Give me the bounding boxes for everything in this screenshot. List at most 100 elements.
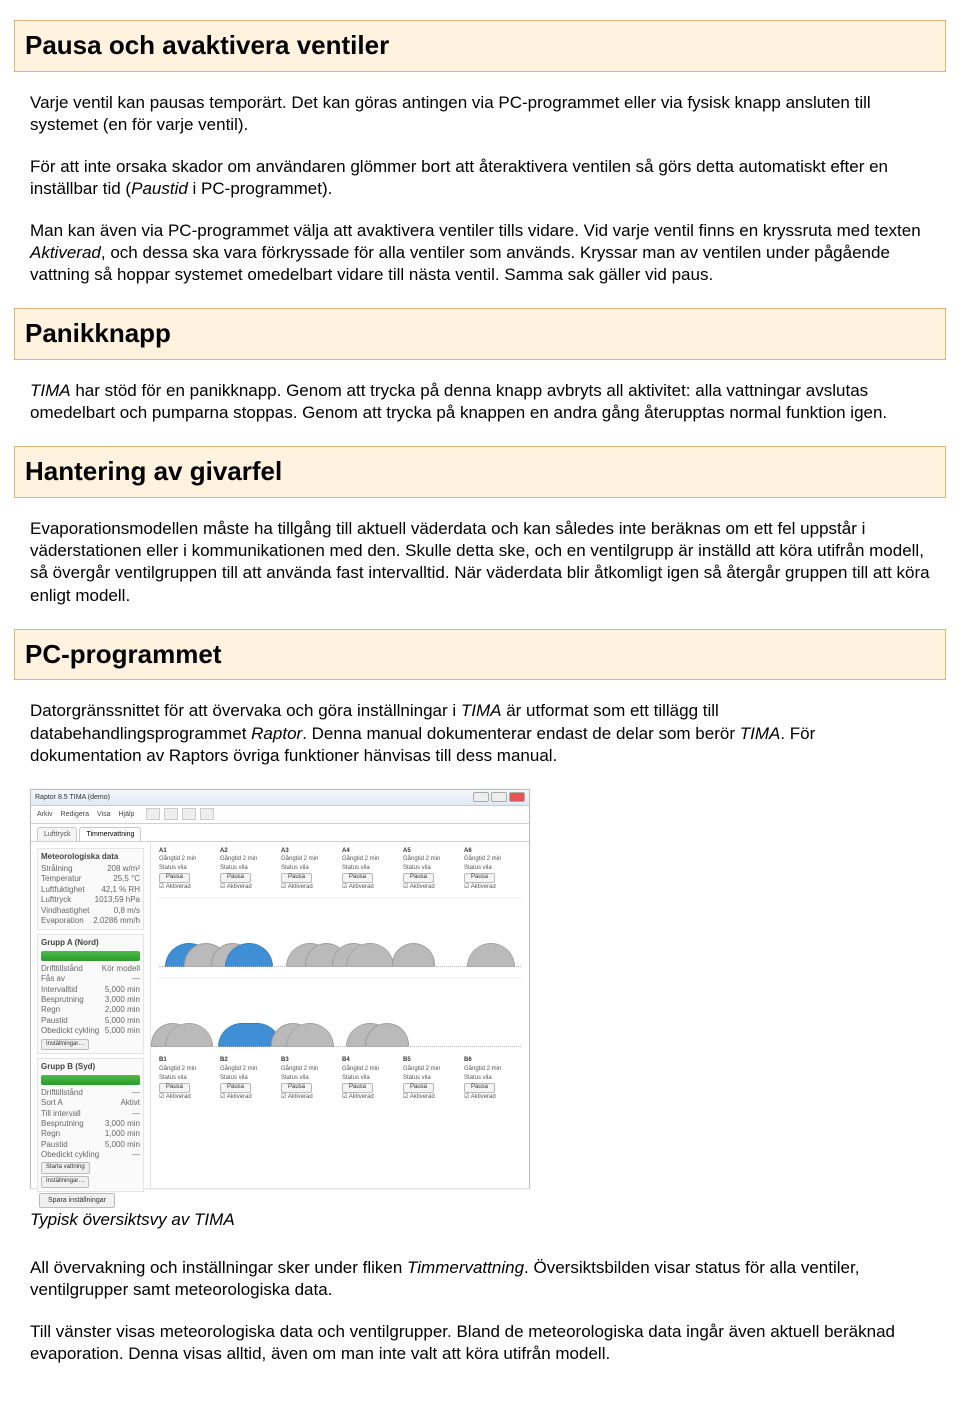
maximize-icon[interactable] xyxy=(491,792,507,802)
section-heading-givarfel: Hantering av givarfel xyxy=(14,446,946,498)
data-row: Strålning208 w/m² xyxy=(41,864,140,874)
term-tima: TIMA xyxy=(461,701,502,720)
pause-button[interactable]: Pausa xyxy=(220,873,251,883)
data-row: Luftfuktighet42,1 % RH xyxy=(41,885,140,895)
data-row: Besprutning3,000 min xyxy=(41,1119,140,1129)
data-row: Obedickt cykling5,000 min xyxy=(41,1026,140,1036)
valve-row-top: A1Gångtid 2 minStatus vilaPausa☑ Aktiver… xyxy=(159,848,521,892)
figure-caption: Typisk översiktsvy av TIMA xyxy=(30,1209,930,1231)
section-heading-pcprogram: PC-programmet xyxy=(14,629,946,681)
start-button[interactable]: Starta vattning xyxy=(41,1162,90,1174)
pause-button[interactable]: Pausa xyxy=(342,1083,373,1093)
data-row: Fås av— xyxy=(41,974,140,984)
minimize-icon[interactable] xyxy=(473,792,489,802)
data-row: Paustid5,000 min xyxy=(41,1016,140,1026)
toolbar-icon[interactable] xyxy=(146,808,160,820)
section-body: Evaporationsmodellen måste ha tillgång t… xyxy=(30,518,930,606)
paragraph: För att inte orsaka skador om användaren… xyxy=(30,156,930,200)
paragraph: Man kan även via PC-programmet välja att… xyxy=(30,220,930,286)
section-heading-panik: Panikknapp xyxy=(14,308,946,360)
valve-column: B2Gångtid 2 minStatus vilaPausa☑ Aktiver… xyxy=(220,1057,277,1101)
panel-group-b: Grupp B (Syd) Drifttillstånd—Sort AAktiv… xyxy=(37,1058,144,1192)
section-body: Datorgränssnittet för att övervaka och g… xyxy=(30,700,930,766)
pause-button[interactable]: Pausa xyxy=(281,873,312,883)
term-paustid: Paustid xyxy=(131,179,188,198)
data-row: Lufttryck1013,59 hPa xyxy=(41,895,140,905)
panel-meteo: Meteorologiska data Strålning208 w/m²Tem… xyxy=(37,848,144,931)
valve-column: B1Gångtid 2 minStatus vilaPausa☑ Aktiver… xyxy=(159,1057,216,1101)
valve-column: A3Gångtid 2 minStatus vilaPausa☑ Aktiver… xyxy=(281,848,338,892)
pause-button[interactable]: Pausa xyxy=(281,1083,312,1093)
app-screenshot: Raptor 8.5 TIMA (demo) Arkiv Redigera Vi… xyxy=(30,789,530,1189)
data-row: Sort AAktivt xyxy=(41,1098,140,1108)
paragraph: All övervakning och inställningar sker u… xyxy=(30,1257,930,1301)
valve-column: B6Gångtid 2 minStatus vilaPausa☑ Aktiver… xyxy=(464,1057,521,1101)
valve-column: B4Gångtid 2 minStatus vilaPausa☑ Aktiver… xyxy=(342,1057,399,1101)
section-body: TIMA har stöd för en panikknapp. Genom a… xyxy=(30,380,930,424)
term-raptor: Raptor xyxy=(251,724,302,743)
menu-item[interactable]: Arkiv xyxy=(37,810,53,819)
arc-visualization xyxy=(159,977,521,1051)
valve-column: A6Gångtid 2 minStatus vilaPausa☑ Aktiver… xyxy=(464,848,521,892)
data-row: Besprutning3,000 min xyxy=(41,995,140,1005)
toolbar-icon[interactable] xyxy=(182,808,196,820)
valve-column: A4Gångtid 2 minStatus vilaPausa☑ Aktiver… xyxy=(342,848,399,892)
data-row: DrifttillståndKör modell xyxy=(41,964,140,974)
status-bar xyxy=(41,1075,140,1085)
main-area: A1Gångtid 2 minStatus vilaPausa☑ Aktiver… xyxy=(151,842,529,1188)
pause-button[interactable]: Pausa xyxy=(403,1083,434,1093)
close-icon[interactable] xyxy=(509,792,525,802)
pause-button[interactable]: Pausa xyxy=(403,873,434,883)
term-tima: TIMA xyxy=(740,724,781,743)
toolbar: Arkiv Redigera Visa Hjälp xyxy=(31,806,529,824)
valve-column: A1Gångtid 2 minStatus vilaPausa☑ Aktiver… xyxy=(159,848,216,892)
term-tima: TIMA xyxy=(30,381,71,400)
settings-button[interactable]: Inställningar… xyxy=(41,1176,89,1188)
paragraph: Till vänster visas meteorologiska data o… xyxy=(30,1321,930,1365)
paragraph: Evaporationsmodellen måste ha tillgång t… xyxy=(30,518,930,606)
window-buttons xyxy=(473,792,525,802)
data-row: Regn1,000 min xyxy=(41,1129,140,1139)
pause-button[interactable]: Pausa xyxy=(464,873,495,883)
menu-item[interactable]: Hjälp xyxy=(118,810,134,819)
panel-title: Grupp B (Syd) xyxy=(41,1062,140,1072)
pause-button[interactable]: Pausa xyxy=(159,1083,190,1093)
pause-button[interactable]: Pausa xyxy=(220,1083,251,1093)
toolbar-icon[interactable] xyxy=(164,808,178,820)
paragraph: TIMA har stöd för en panikknapp. Genom a… xyxy=(30,380,930,424)
data-row: Paustid5,000 min xyxy=(41,1140,140,1150)
data-row: Regn2,000 min xyxy=(41,1005,140,1015)
status-bar xyxy=(41,951,140,961)
section-body: All övervakning och inställningar sker u… xyxy=(30,1257,930,1365)
paragraph: Varje ventil kan pausas temporärt. Det k… xyxy=(30,92,930,136)
tab-timmervattning[interactable]: Timmervattning xyxy=(79,827,141,841)
tab-lufttryck[interactable]: Lufttryck xyxy=(37,827,77,841)
paragraph: Datorgränssnittet för att övervaka och g… xyxy=(30,700,930,766)
pause-button[interactable]: Pausa xyxy=(464,1083,495,1093)
data-row: Till intervall— xyxy=(41,1109,140,1119)
valve-column: B3Gångtid 2 minStatus vilaPausa☑ Aktiver… xyxy=(281,1057,338,1101)
section-body: Varje ventil kan pausas temporärt. Det k… xyxy=(30,92,930,287)
window-title: Raptor 8.5 TIMA (demo) xyxy=(35,793,110,802)
tab-strip: Lufttryck Timmervattning xyxy=(31,824,529,842)
menu-item[interactable]: Visa xyxy=(97,810,111,819)
arc-visualization xyxy=(159,897,521,971)
panel-group-a: Grupp A (Nord) DrifttillståndKör modellF… xyxy=(37,934,144,1054)
valve-column: A2Gångtid 2 minStatus vilaPausa☑ Aktiver… xyxy=(220,848,277,892)
settings-button[interactable]: Inställningar… xyxy=(41,1039,89,1051)
pause-button[interactable]: Pausa xyxy=(159,873,190,883)
section-heading-pause: Pausa och avaktivera ventiler xyxy=(14,20,946,72)
valve-column: B5Gångtid 2 minStatus vilaPausa☑ Aktiver… xyxy=(403,1057,460,1101)
pause-button[interactable]: Pausa xyxy=(342,873,373,883)
toolbar-icon[interactable] xyxy=(200,808,214,820)
data-row: Temperatur25,5 °C xyxy=(41,874,140,884)
left-sidebar: Meteorologiska data Strålning208 w/m²Tem… xyxy=(31,842,151,1188)
valve-column: A5Gångtid 2 minStatus vilaPausa☑ Aktiver… xyxy=(403,848,460,892)
data-row: Vindhastighet0,8 m/s xyxy=(41,906,140,916)
data-row: Drifttillstånd— xyxy=(41,1088,140,1098)
data-row: Evaporation2,0286 mm/h xyxy=(41,916,140,926)
term-aktiverad: Aktiverad xyxy=(30,243,101,262)
menu-item[interactable]: Redigera xyxy=(61,810,89,819)
panel-title: Meteorologiska data xyxy=(41,852,140,862)
save-settings-button[interactable]: Spara inställningar xyxy=(39,1193,115,1208)
